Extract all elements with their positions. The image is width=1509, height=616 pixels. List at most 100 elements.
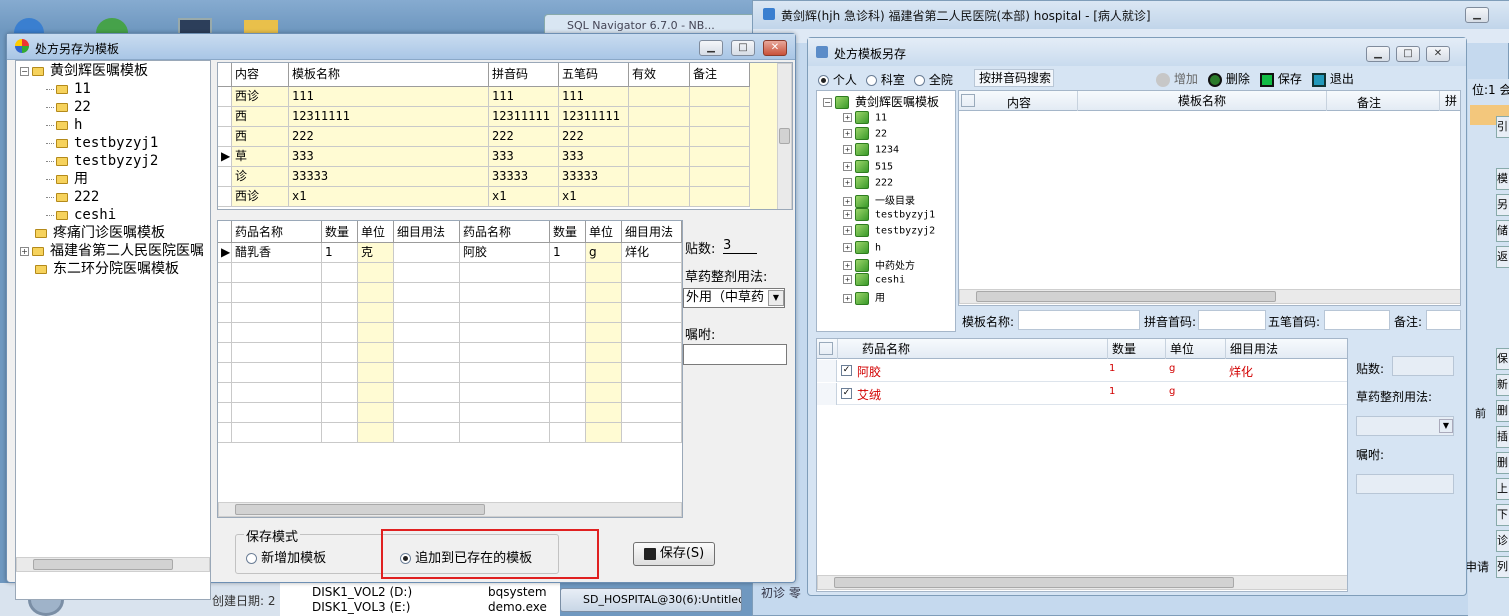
grid-cell[interactable]: 12311111 <box>559 107 629 127</box>
row-indicator[interactable] <box>218 303 232 323</box>
grid-cell[interactable]: 醋乳香 <box>232 243 322 263</box>
row-indicator[interactable] <box>218 363 232 383</box>
grid-cell[interactable] <box>232 343 322 363</box>
tree-node[interactable]: + 福建省第二人民医院医嘱 <box>20 243 204 259</box>
grid-cell[interactable]: 12311111 <box>489 107 559 127</box>
grid-cell[interactable] <box>394 423 460 443</box>
tree-node[interactable]: + 用 <box>843 289 885 305</box>
grid-cell[interactable] <box>232 383 322 403</box>
grid-cell[interactable] <box>586 423 622 443</box>
grid-cell[interactable] <box>322 323 358 343</box>
collapse-icon[interactable]: − <box>823 98 832 107</box>
grid-cell[interactable]: 西 <box>232 107 289 127</box>
grid-cell[interactable]: x1 <box>289 187 489 207</box>
grid-cell[interactable]: 12311111 <box>289 107 489 127</box>
tree-node[interactable]: + 中药处方 <box>843 257 915 273</box>
grid-cell[interactable] <box>322 263 358 283</box>
tree-node[interactable]: 用 <box>46 171 88 187</box>
row-indicator[interactable]: ▶ <box>218 147 232 167</box>
grid-cell[interactable] <box>358 363 394 383</box>
maximize-button[interactable]: □ <box>1396 46 1420 62</box>
expand-icon[interactable]: + <box>843 196 852 206</box>
grid-cell[interactable] <box>394 343 460 363</box>
tree-node[interactable]: 东二环分院医嘱模板 <box>20 261 179 277</box>
grid-cell[interactable] <box>322 383 358 403</box>
expand-icon[interactable]: + <box>843 145 852 155</box>
grid-cell[interactable] <box>622 403 682 423</box>
grid-cell[interactable]: 西诊 <box>232 87 289 107</box>
grid-cell[interactable] <box>629 167 690 187</box>
grid-cell[interactable] <box>322 363 358 383</box>
grid-cell[interactable]: 333 <box>289 147 489 167</box>
grid-cell[interactable] <box>629 87 690 107</box>
col-header[interactable]: 单位 <box>1165 339 1225 359</box>
expand-icon[interactable]: + <box>843 113 852 122</box>
side-button[interactable]: 另 <box>1496 194 1509 216</box>
tree-node[interactable]: + 一级目录 <box>843 192 915 208</box>
tree-node[interactable]: + h <box>843 240 881 254</box>
horizontal-scrollbar[interactable] <box>817 575 1347 590</box>
taskbar-item[interactable]: SD_HOSPITAL@30(6):Untitled5 <box>560 588 742 612</box>
grid-cell[interactable] <box>460 303 550 323</box>
grid-cell[interactable]: 33333 <box>489 167 559 187</box>
exit-button[interactable]: 退出 <box>1312 70 1354 87</box>
add-button[interactable]: 增加 <box>1156 70 1198 87</box>
side-button[interactable]: 删 <box>1496 452 1509 474</box>
file-item[interactable]: bqsystem <box>488 585 547 599</box>
col-header[interactable]: 五笔码 <box>559 63 629 87</box>
expand-icon[interactable]: + <box>20 246 29 256</box>
tree-node[interactable]: 22 <box>46 99 91 115</box>
scroll-thumb[interactable] <box>235 504 485 515</box>
grid-cell[interactable] <box>550 303 586 323</box>
side-button[interactable]: 返 <box>1496 246 1509 268</box>
row-indicator[interactable] <box>218 107 232 127</box>
usage-select[interactable]: ▼ <box>1356 416 1454 436</box>
name-input[interactable] <box>1018 310 1140 330</box>
grid-cell[interactable] <box>622 383 682 403</box>
grid-cell[interactable] <box>690 187 750 207</box>
grid-cell[interactable] <box>358 423 394 443</box>
side-button[interactable]: 删 <box>1496 400 1509 422</box>
collapse-icon[interactable]: − <box>20 66 29 76</box>
side-button[interactable]: 上 <box>1496 478 1509 500</box>
grid-cell[interactable] <box>690 147 750 167</box>
grid-cell[interactable] <box>394 243 460 263</box>
col-header[interactable]: 数量 <box>1107 339 1165 359</box>
grid-cell[interactable] <box>394 323 460 343</box>
grid-cell[interactable] <box>629 107 690 127</box>
tree-node[interactable]: 11 <box>46 81 91 97</box>
grid-cell[interactable]: 333 <box>559 147 629 167</box>
tree-node[interactable]: h <box>46 117 82 133</box>
grid-cell[interactable] <box>358 263 394 283</box>
grid-cell[interactable] <box>358 323 394 343</box>
row-indicator[interactable] <box>218 127 232 147</box>
grid-cell[interactable]: 西 <box>232 127 289 147</box>
grid-cell[interactable]: 诊 <box>232 167 289 187</box>
pinyin-input[interactable] <box>1198 310 1266 330</box>
radio-department[interactable]: 科室 <box>866 71 905 88</box>
expand-icon[interactable]: + <box>843 161 852 171</box>
grid-cell[interactable]: 33333 <box>289 167 489 187</box>
maximize-button[interactable]: □ <box>731 40 755 56</box>
tree-node[interactable]: + testbyzyj1 <box>843 208 935 222</box>
grid-cell[interactable] <box>232 363 322 383</box>
file-item[interactable]: demo.exe <box>488 600 547 614</box>
select-all-icon[interactable] <box>961 94 975 107</box>
row-indicator[interactable] <box>218 87 232 107</box>
tree-node[interactable]: testbyzyj2 <box>46 153 158 169</box>
tree-node[interactable]: +11 <box>843 111 887 124</box>
grid-cell[interactable] <box>586 383 622 403</box>
grid-cell[interactable] <box>460 423 550 443</box>
grid-cell[interactable] <box>586 283 622 303</box>
expand-icon[interactable]: + <box>843 293 852 303</box>
grid-cell[interactable] <box>586 303 622 323</box>
grid-cell[interactable]: 西诊 <box>232 187 289 207</box>
grid-cell[interactable] <box>690 127 750 147</box>
grid-cell[interactable] <box>629 187 690 207</box>
grid-cell[interactable] <box>586 263 622 283</box>
grid-cell[interactable] <box>460 403 550 423</box>
grid-cell[interactable]: x1 <box>559 187 629 207</box>
scroll-thumb[interactable] <box>834 577 1234 588</box>
grid-cell[interactable] <box>358 403 394 423</box>
col-header[interactable]: 药品名称 <box>460 221 550 243</box>
